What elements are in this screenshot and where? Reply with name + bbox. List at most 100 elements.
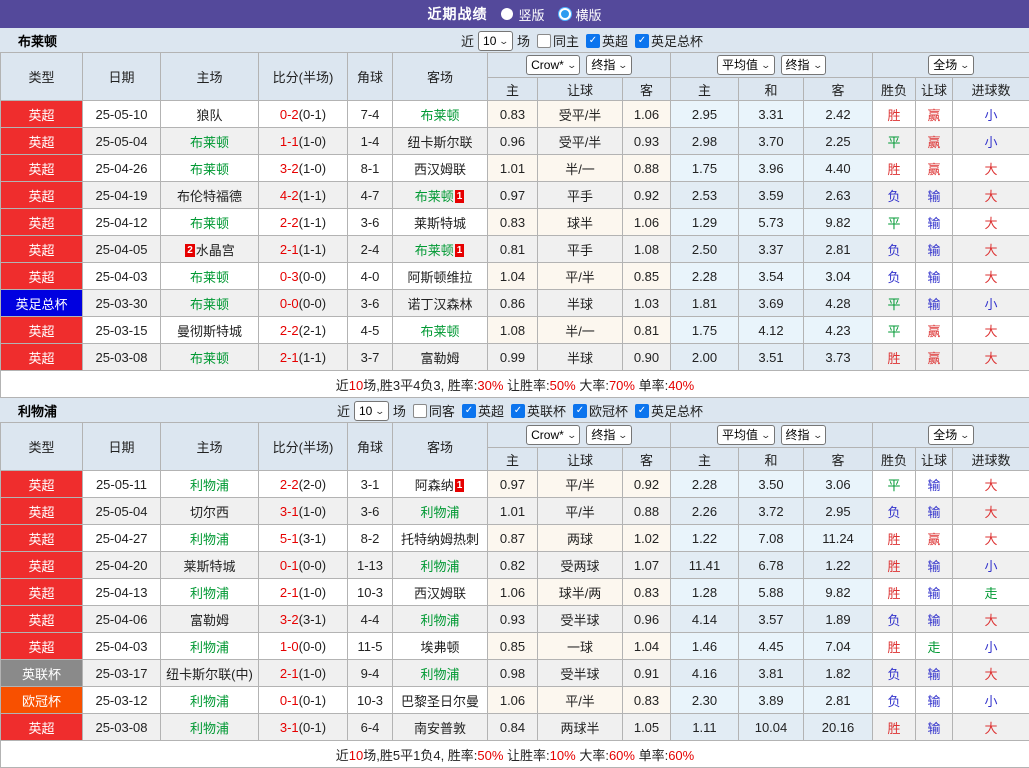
home-team-name[interactable]: 利物浦 — [190, 721, 229, 736]
home-team-name[interactable]: 利物浦 — [190, 640, 229, 655]
home-team-name[interactable]: 布莱顿 — [190, 351, 229, 366]
home-team-name[interactable]: 富勒姆 — [190, 613, 229, 628]
away-team-name[interactable]: 西汉姆联 — [414, 162, 466, 177]
home-team-name[interactable]: 利物浦 — [190, 586, 229, 601]
radio-icon[interactable] — [559, 8, 571, 20]
away-team[interactable]: 布莱顿1 — [393, 236, 488, 263]
away-team-name[interactable]: 布莱顿 — [415, 243, 454, 258]
away-team-name[interactable]: 利物浦 — [420, 559, 459, 574]
home-team[interactable]: 利物浦 — [161, 633, 259, 660]
home-team-name[interactable]: 曼彻斯特城 — [177, 324, 242, 339]
league-filter-checkbox[interactable]: ✓ — [635, 34, 649, 48]
away-team[interactable]: 布莱顿1 — [393, 182, 488, 209]
away-team-name[interactable]: 布莱顿 — [420, 324, 459, 339]
league-filter-checkbox[interactable]: ✓ — [573, 404, 587, 418]
away-team[interactable]: 诺丁汉森林 — [393, 290, 488, 317]
layout-radio-selected[interactable]: 竖版 — [501, 5, 544, 24]
home-team[interactable]: 2水晶宫 — [161, 236, 259, 263]
home-team[interactable]: 布莱顿 — [161, 209, 259, 236]
away-team[interactable]: 利物浦 — [393, 606, 488, 633]
home-team-name[interactable]: 利物浦 — [190, 478, 229, 493]
home-team-name[interactable]: 布伦特福德 — [177, 189, 242, 204]
home-team-name[interactable]: 布莱顿 — [190, 216, 229, 231]
home-team[interactable]: 利物浦 — [161, 714, 259, 741]
away-team[interactable]: 西汉姆联 — [393, 155, 488, 182]
match-count-select[interactable]: 10⌄ — [478, 31, 513, 51]
match-count-select[interactable]: 10⌄ — [354, 401, 389, 421]
same-venue-checkbox[interactable] — [537, 34, 551, 48]
away-team-name[interactable]: 布莱顿 — [420, 108, 459, 123]
home-team[interactable]: 利物浦 — [161, 687, 259, 714]
final-odds-select[interactable]: 终指⌄ — [586, 55, 632, 75]
league-filter-checkbox[interactable]: ✓ — [635, 404, 649, 418]
away-team-name[interactable]: 纽卡斯尔联 — [407, 135, 472, 150]
home-team[interactable]: 布莱顿 — [161, 344, 259, 371]
layout-radio-option[interactable]: 横版 — [559, 5, 602, 24]
home-team-name[interactable]: 切尔西 — [190, 505, 229, 520]
home-team[interactable]: 切尔西 — [161, 498, 259, 525]
away-team-name[interactable]: 阿森纳 — [415, 478, 454, 493]
away-team-name[interactable]: 利物浦 — [420, 667, 459, 682]
bookmaker-select[interactable]: Crow*⌄ — [526, 425, 580, 445]
home-team[interactable]: 布莱顿 — [161, 263, 259, 290]
away-team-name[interactable]: 埃弗顿 — [420, 640, 459, 655]
away-team[interactable]: 利物浦 — [393, 552, 488, 579]
home-team-name[interactable]: 布莱顿 — [190, 270, 229, 285]
home-team[interactable]: 纽卡斯尔联(中) — [161, 660, 259, 687]
fulltime-select[interactable]: 全场⌄ — [928, 425, 974, 445]
league-filter-checkbox[interactable]: ✓ — [586, 34, 600, 48]
away-team[interactable]: 阿森纳1 — [393, 471, 488, 498]
same-venue-checkbox[interactable] — [413, 404, 427, 418]
home-team[interactable]: 莱斯特城 — [161, 552, 259, 579]
average-odds-select[interactable]: 平均值⌄ — [717, 55, 775, 75]
home-team[interactable]: 布莱顿 — [161, 155, 259, 182]
home-team[interactable]: 布莱顿 — [161, 128, 259, 155]
away-team[interactable]: 富勒姆 — [393, 344, 488, 371]
radio-icon[interactable] — [501, 8, 513, 20]
home-team[interactable]: 富勒姆 — [161, 606, 259, 633]
league-filter-checkbox[interactable]: ✓ — [462, 404, 476, 418]
home-team[interactable]: 布莱顿 — [161, 290, 259, 317]
home-team[interactable]: 利物浦 — [161, 579, 259, 606]
away-team[interactable]: 莱斯特城 — [393, 209, 488, 236]
away-team[interactable]: 利物浦 — [393, 660, 488, 687]
away-team[interactable]: 埃弗顿 — [393, 633, 488, 660]
away-team[interactable]: 纽卡斯尔联 — [393, 128, 488, 155]
home-team[interactable]: 曼彻斯特城 — [161, 317, 259, 344]
home-team[interactable]: 狼队 — [161, 101, 259, 128]
final-odds-select[interactable]: 终指⌄ — [781, 425, 827, 445]
home-team[interactable]: 利物浦 — [161, 525, 259, 552]
away-team-name[interactable]: 托特纳姆热刺 — [401, 532, 479, 547]
league-filter-checkbox[interactable]: ✓ — [511, 404, 525, 418]
away-team-name[interactable]: 阿斯顿维拉 — [407, 270, 472, 285]
away-team[interactable]: 布莱顿 — [393, 101, 488, 128]
away-team[interactable]: 南安普敦 — [393, 714, 488, 741]
home-team-name[interactable]: 莱斯特城 — [183, 559, 235, 574]
home-team-name[interactable]: 狼队 — [196, 108, 222, 123]
away-team-name[interactable]: 莱斯特城 — [414, 216, 466, 231]
bookmaker-select[interactable]: Crow*⌄ — [526, 55, 580, 75]
final-odds-select[interactable]: 终指⌄ — [781, 55, 827, 75]
home-team-name[interactable]: 利物浦 — [190, 694, 229, 709]
away-team-name[interactable]: 富勒姆 — [420, 351, 459, 366]
away-team-name[interactable]: 南安普敦 — [414, 721, 466, 736]
home-team[interactable]: 布伦特福德 — [161, 182, 259, 209]
away-team[interactable]: 西汉姆联 — [393, 579, 488, 606]
away-team-name[interactable]: 利物浦 — [420, 613, 459, 628]
home-team-name[interactable]: 布莱顿 — [190, 162, 229, 177]
away-team-name[interactable]: 利物浦 — [420, 505, 459, 520]
home-team-name[interactable]: 利物浦 — [190, 532, 229, 547]
average-odds-select[interactable]: 平均值⌄ — [717, 425, 775, 445]
home-team-name[interactable]: 水晶宫 — [196, 243, 235, 258]
away-team-name[interactable]: 巴黎圣日尔曼 — [401, 694, 479, 709]
away-team-name[interactable]: 西汉姆联 — [414, 586, 466, 601]
fulltime-select[interactable]: 全场⌄ — [928, 55, 974, 75]
home-team-name[interactable]: 布莱顿 — [190, 297, 229, 312]
away-team-name[interactable]: 诺丁汉森林 — [407, 297, 472, 312]
home-team-name[interactable]: 布莱顿 — [190, 135, 229, 150]
away-team[interactable]: 托特纳姆热刺 — [393, 525, 488, 552]
away-team[interactable]: 布莱顿 — [393, 317, 488, 344]
final-odds-select[interactable]: 终指⌄ — [586, 425, 632, 445]
home-team-name[interactable]: 纽卡斯尔联(中) — [166, 667, 253, 682]
away-team-name[interactable]: 布莱顿 — [415, 189, 454, 204]
